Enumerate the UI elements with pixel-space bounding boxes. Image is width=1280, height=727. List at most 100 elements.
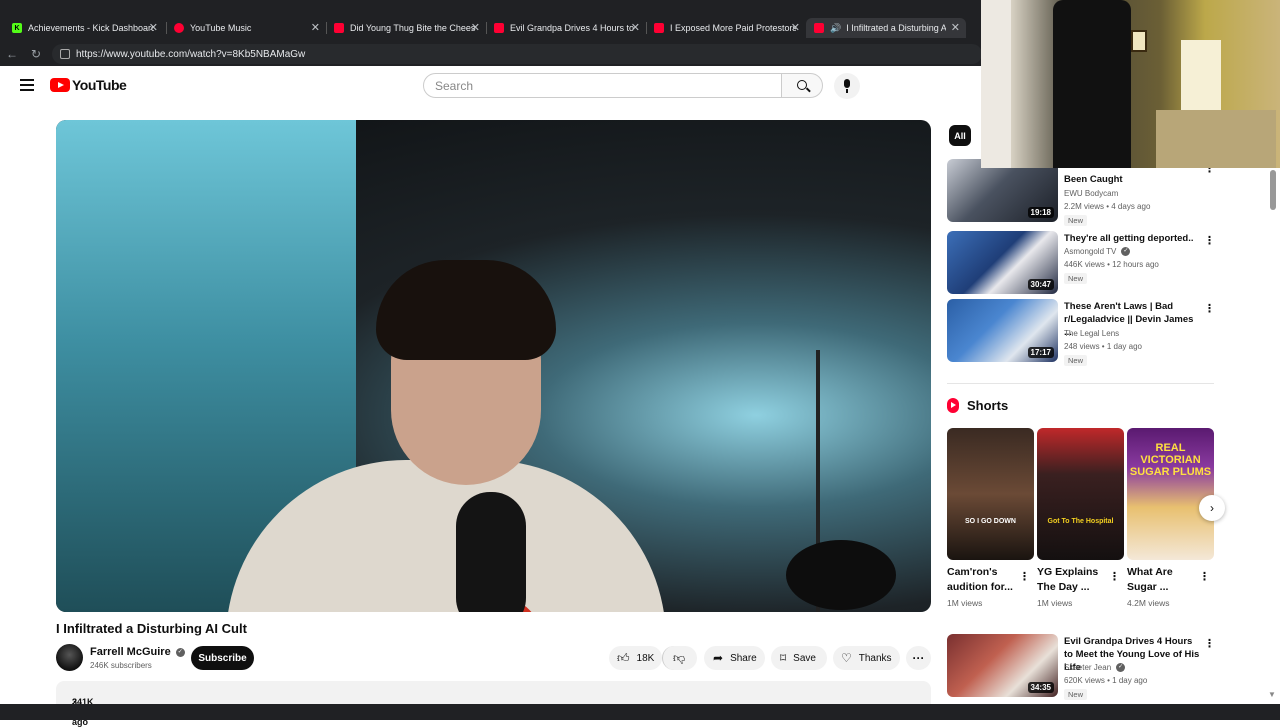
channel-link[interactable]: The Legal Lens (1064, 329, 1119, 338)
short-thumbnail[interactable]: SO I GO DOWN (947, 428, 1034, 560)
youtube-icon (494, 23, 504, 33)
close-icon[interactable]: ✕ (791, 21, 800, 34)
new-badge: New (1064, 689, 1088, 700)
shorts-icon (947, 398, 959, 413)
browser-tab-paid-protestors[interactable]: I Exposed More Paid Protestors ✕ (646, 18, 806, 38)
channel-text: EWU Bodycam (1064, 189, 1119, 198)
short-views: 4.2M views (1127, 598, 1170, 608)
browser-tab-young-thug[interactable]: Did Young Thug Bite the Cheese? ✕ (326, 18, 486, 38)
recommended-video[interactable]: 30:47 They're all getting deported.. Asm… (947, 231, 1217, 295)
scroll-down-arrow-icon[interactable]: ▼ (1268, 690, 1276, 699)
share-label: Share (730, 652, 757, 664)
short-title[interactable]: Cam'ron's audition for... (947, 565, 1017, 595)
new-badge: New (1064, 355, 1088, 366)
more-vertical-icon[interactable]: ⋮ (1199, 570, 1210, 583)
video-duration: 17:17 (1027, 347, 1054, 358)
close-icon[interactable]: ✕ (149, 21, 158, 34)
video-thumbnail[interactable]: 34:35 (947, 634, 1058, 697)
channel-avatar[interactable] (56, 644, 83, 671)
video-duration: 30:47 (1027, 279, 1054, 290)
close-icon[interactable]: ✕ (951, 21, 960, 34)
search-input[interactable]: Search (423, 73, 782, 98)
video-frame-drum (786, 540, 896, 610)
browser-tab-youtube-music[interactable]: YouTube Music ✕ (166, 18, 326, 38)
video-title-link[interactable]: They're all getting deported.. (1064, 232, 1196, 245)
channel-link[interactable]: Asmongold TV ✓ (1064, 247, 1131, 256)
share-arrow-icon: ➦ (713, 651, 724, 665)
short-title[interactable]: What Are Sugar ... (1127, 565, 1197, 595)
close-icon[interactable]: ✕ (471, 21, 480, 34)
logo-text: YouTube (72, 77, 127, 93)
search-icon (797, 80, 807, 90)
tab-title: Achievements - Kick Dashboard (28, 23, 154, 33)
short-card[interactable]: Got To The Hospital YG Explains The Day … (1037, 428, 1124, 608)
short-card[interactable]: SO I GO DOWN Cam'ron's audition for... ⋮… (947, 428, 1034, 608)
tab-title: Did Young Thug Bite the Cheese? (350, 23, 476, 33)
webcam-coat (1053, 0, 1131, 168)
url-text: https://www.youtube.com/watch?v=8Kb5NBAM… (76, 48, 306, 60)
youtube-logo[interactable]: YouTube (50, 77, 127, 93)
recommended-video[interactable]: 17:17 These Aren't Laws | Bad r/Legaladv… (947, 299, 1217, 366)
more-vertical-icon[interactable]: ⋮ (1204, 234, 1215, 247)
short-card[interactable]: REAL VICTORIAN SUGAR PLUMS What Are Suga… (1127, 428, 1214, 608)
filter-chip-all[interactable]: All (949, 125, 971, 146)
save-label: Save (793, 652, 816, 664)
short-thumbnail[interactable]: REAL VICTORIAN SUGAR PLUMS (1127, 428, 1214, 560)
back-arrow-icon[interactable]: ← (4, 46, 20, 62)
video-duration: 34:35 (1027, 682, 1054, 693)
video-title-link[interactable]: Been Caught (1064, 173, 1196, 186)
address-bar[interactable]: https://www.youtube.com/watch?v=8Kb5NBAM… (52, 44, 982, 64)
webcam-bed (1156, 110, 1276, 168)
tab-title: YouTube Music (190, 23, 252, 33)
browser-tab-evil-grandpa[interactable]: Evil Grandpa Drives 4 Hours to M ✕ (486, 18, 646, 38)
speaker-icon[interactable]: 🔊 (830, 23, 841, 34)
more-vertical-icon[interactable]: ⋮ (1019, 570, 1030, 583)
hamburger-menu-icon[interactable] (20, 79, 34, 91)
more-vertical-icon[interactable]: ⋮ (1204, 302, 1215, 315)
recommended-video[interactable]: 34:35 Evil Grandpa Drives 4 Hours to Mee… (947, 634, 1217, 700)
shorts-heading: Shorts (947, 398, 1008, 413)
short-title[interactable]: YG Explains The Day ... (1037, 565, 1107, 595)
more-vertical-icon[interactable]: ⋮ (1204, 637, 1215, 650)
video-meta: 446K views • 12 hours ago (1064, 260, 1159, 269)
search-placeholder: Search (435, 78, 474, 93)
scrollbar-thumb[interactable] (1270, 170, 1276, 210)
chevron-right-icon: › (1210, 501, 1214, 515)
video-meta: 620K views • 1 day ago (1064, 676, 1148, 685)
voice-search-mic-icon[interactable] (834, 73, 860, 99)
youtube-play-icon (50, 78, 70, 92)
more-vertical-icon[interactable]: ⋮ (1109, 570, 1120, 583)
subscribe-button[interactable]: Subscribe (191, 646, 254, 670)
recommended-video[interactable]: 19:18 Been Caught EWU Bodycam 2.2M views… (947, 159, 1217, 226)
browser-tab-kick[interactable]: K Achievements - Kick Dashboard ✕ (4, 18, 164, 38)
video-thumbnail[interactable]: 30:47 (947, 231, 1058, 294)
short-thumbnail[interactable]: Got To The Hospital (1037, 428, 1124, 560)
video-thumbnail[interactable]: 17:17 (947, 299, 1058, 362)
short-caption: Got To The Hospital (1047, 518, 1114, 525)
tab-title: I Infiltrated a Disturbing AI C (846, 23, 947, 33)
channel-name[interactable]: Farrell McGuire ✓ (90, 646, 185, 658)
video-player[interactable] (56, 120, 931, 612)
more-actions-button[interactable]: ··· (906, 646, 931, 670)
video-frame-hair (376, 260, 556, 360)
short-views: 1M views (1037, 598, 1073, 608)
verified-check-icon: ✓ (175, 647, 185, 657)
channel-link[interactable]: EWU Bodycam (1064, 189, 1118, 198)
like-button[interactable]: 👍︎ 18K (609, 646, 662, 670)
browser-tab-active[interactable]: 🔊 I Infiltrated a Disturbing AI C ✕ (806, 18, 966, 38)
thanks-button[interactable]: ♡ Thanks (833, 646, 900, 670)
channel-link[interactable]: Skeeter Jean ✓ (1064, 663, 1126, 672)
video-thumbnail[interactable]: 19:18 (947, 159, 1058, 222)
scrollbar-track[interactable] (1268, 168, 1280, 704)
save-button[interactable]: ⌑ Save (771, 646, 827, 670)
dislike-button[interactable]: 👎︎ (662, 646, 697, 670)
site-info-icon[interactable] (60, 49, 70, 59)
channel-text: Asmongold TV (1064, 247, 1117, 256)
shorts-next-button[interactable]: › (1199, 495, 1225, 521)
verified-check-icon: ✓ (1116, 663, 1126, 672)
close-icon[interactable]: ✕ (631, 21, 640, 34)
search-button[interactable] (781, 73, 823, 98)
reload-icon[interactable]: ↻ (28, 46, 44, 62)
share-button[interactable]: ➦ Share (704, 646, 765, 670)
close-icon[interactable]: ✕ (311, 21, 320, 34)
